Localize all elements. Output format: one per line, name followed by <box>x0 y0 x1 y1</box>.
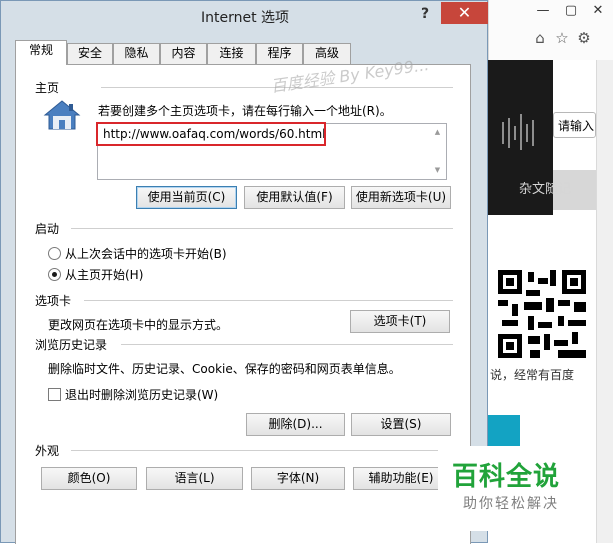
audio-wave-bar <box>508 118 510 148</box>
minimize-button[interactable]: — <box>528 0 558 22</box>
history-description: 删除临时文件、历史记录、Cookie、保存的密码和网页表单信息。 <box>48 362 401 376</box>
background-nav-link[interactable]: 杂文随记 <box>519 178 571 197</box>
url-textarea-scrollbar[interactable]: ▲ ▼ <box>429 124 446 179</box>
background-snippet-text: 说，经常有百度 <box>490 368 575 382</box>
tab-connections[interactable]: 连接 <box>207 43 256 64</box>
home-icon[interactable]: ⌂ <box>531 29 549 47</box>
overlay-logo-subtitle: 助你轻松解决 <box>463 496 559 512</box>
appearance-section-label: 外观 <box>35 444 60 458</box>
scroll-up-icon[interactable]: ▲ <box>429 128 446 136</box>
qr-code <box>498 270 586 358</box>
close-button[interactable]: ✕ <box>441 2 488 24</box>
startup-homepage-radio[interactable] <box>48 268 61 281</box>
help-button[interactable]: ? <box>411 3 439 25</box>
audio-wave-bar <box>520 114 522 150</box>
overlay-logo-title: 百科全说 <box>452 462 561 492</box>
startup-last-session-radio[interactable] <box>48 247 61 260</box>
audio-wave-bar <box>502 122 504 144</box>
background-search-input[interactable]: 请输入 <box>553 112 596 138</box>
colors-button[interactable]: 颜色(O) <box>41 467 137 490</box>
tab-general[interactable]: 常规 <box>15 40 67 65</box>
home-house-icon <box>43 99 81 131</box>
use-new-tab-button[interactable]: 使用新选项卡(U) <box>351 186 451 209</box>
background-scrollbar[interactable] <box>596 60 613 543</box>
tabs-settings-button[interactable]: 选项卡(T) <box>350 310 450 333</box>
tab-programs[interactable]: 程序 <box>256 43 303 64</box>
audio-wave-bar <box>514 126 516 140</box>
star-icon[interactable]: ☆ <box>553 29 571 47</box>
fonts-button[interactable]: 字体(N) <box>251 467 345 490</box>
startup-homepage-label[interactable]: 从主页开始(H) <box>65 266 143 283</box>
accessibility-button[interactable]: 辅助功能(E) <box>353 467 449 490</box>
section-divider <box>84 300 453 301</box>
startup-last-session-label[interactable]: 从上次会话中的选项卡开始(B) <box>65 245 227 262</box>
delete-history-on-exit-label[interactable]: 退出时删除浏览历史记录(W) <box>65 386 218 403</box>
tabs-description: 更改网页在选项卡中的显示方式。 <box>48 318 229 332</box>
history-settings-button[interactable]: 设置(S) <box>351 413 451 436</box>
homepage-section-label: 主页 <box>35 81 60 95</box>
tab-advanced[interactable]: 高级 <box>303 43 351 64</box>
section-divider <box>121 344 453 345</box>
gear-icon[interactable]: ⚙ <box>575 29 593 47</box>
use-default-button[interactable]: 使用默认值(F) <box>244 186 345 209</box>
url-highlight-box <box>96 122 326 146</box>
languages-button[interactable]: 语言(L) <box>146 467 243 490</box>
delete-history-on-exit-checkbox[interactable] <box>48 388 61 401</box>
tabs-section-label: 选项卡 <box>35 294 72 308</box>
tab-content[interactable]: 内容 <box>160 43 207 64</box>
history-section-label: 浏览历史记录 <box>35 338 108 352</box>
homepage-instruction: 若要创建多个主页选项卡，请在每行输入一个地址(R)。 <box>98 104 392 118</box>
window-close-button[interactable]: ✕ <box>583 0 613 22</box>
scroll-down-icon[interactable]: ▼ <box>429 166 446 174</box>
tab-security[interactable]: 安全 <box>67 43 113 64</box>
startup-section-label: 启动 <box>35 222 60 236</box>
maximize-button[interactable]: ▢ <box>556 0 586 22</box>
audio-wave-bar <box>532 120 534 146</box>
delete-history-button[interactable]: 删除(D)... <box>246 413 345 436</box>
use-current-button[interactable]: 使用当前页(C) <box>136 186 237 209</box>
section-divider <box>71 228 453 229</box>
internet-options-dialog: Internet 选项 ? ✕ 常规 安全 隐私 内容 连接 程序 高级 主页 … <box>0 0 488 544</box>
audio-wave-bar <box>526 124 528 142</box>
tab-privacy[interactable]: 隐私 <box>113 43 160 64</box>
section-divider <box>71 450 453 451</box>
